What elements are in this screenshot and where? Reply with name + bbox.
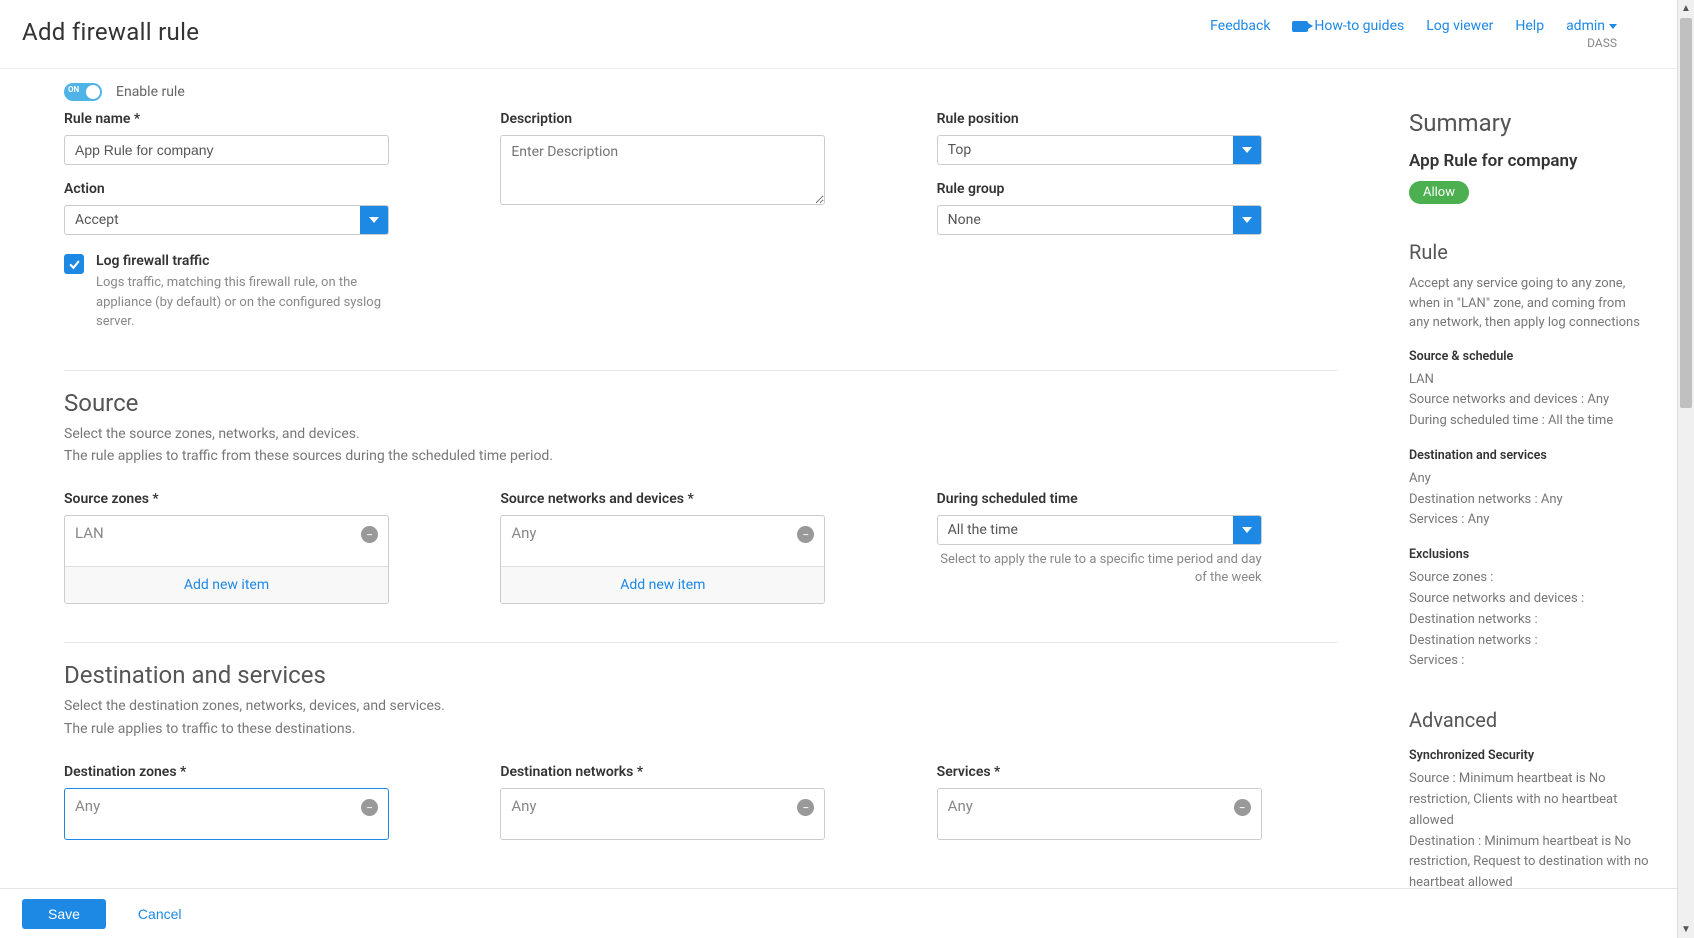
schedule-helper: Select to apply the rule to a specific t… [937, 551, 1262, 587]
log-traffic-checkbox[interactable] [64, 254, 84, 274]
summary-ds-head: Destination and services [1409, 448, 1649, 463]
summary-rule-name: App Rule for company [1409, 151, 1649, 171]
vertical-scrollbar[interactable]: ▲ ▼ [1677, 0, 1694, 938]
action-select[interactable]: Accept [64, 205, 389, 235]
rule-name-input[interactable] [64, 135, 389, 165]
chevron-down-icon [1609, 24, 1617, 29]
main-form: ON Enable rule Rule name * Action Accept [0, 69, 1397, 938]
header-links: Feedback How-to guides Log viewer Help a… [1210, 18, 1617, 50]
chevron-down-icon [369, 217, 379, 223]
divider [64, 642, 1337, 643]
summary-sync-head: Synchronized Security [1409, 748, 1649, 763]
admin-org: DASS [1587, 36, 1617, 50]
description-label: Description [500, 111, 900, 127]
services-label: Services * [937, 764, 1337, 780]
log-traffic-desc: Logs traffic, matching this firewall rul… [96, 273, 416, 332]
services-box[interactable]: Any − [937, 788, 1262, 840]
source-section-desc: Select the source zones, networks, and d… [64, 423, 1337, 468]
remove-icon[interactable]: − [361, 526, 378, 543]
divider [64, 370, 1337, 371]
summary-rule-heading: Rule [1409, 240, 1649, 264]
scrollbar-down-arrow[interactable]: ▼ [1678, 921, 1694, 938]
help-link[interactable]: Help [1515, 18, 1544, 34]
page-header: Add firewall rule Feedback How-to guides… [0, 0, 1677, 69]
summary-rule-desc: Accept any service going to any zone, wh… [1409, 274, 1649, 333]
logviewer-link[interactable]: Log viewer [1426, 18, 1493, 34]
rule-position-label: Rule position [937, 111, 1337, 127]
source-networks-label: Source networks and devices * [500, 491, 900, 507]
source-networks-box[interactable]: Any − Add new item [500, 515, 825, 604]
enable-rule-toggle[interactable]: ON [64, 83, 102, 101]
video-icon [1292, 21, 1308, 32]
remove-icon[interactable]: − [1234, 799, 1251, 816]
chevron-down-icon [1242, 147, 1252, 153]
summary-ss-head: Source & schedule [1409, 349, 1649, 364]
enable-rule-label: Enable rule [116, 84, 185, 100]
summary-advanced-heading: Advanced [1409, 708, 1649, 732]
chevron-down-icon [1242, 217, 1252, 223]
destination-network-item: Any [511, 797, 536, 815]
chevron-down-icon [1242, 527, 1252, 533]
scrollbar-thumb[interactable] [1680, 18, 1692, 408]
destination-networks-box[interactable]: Any − [500, 788, 825, 840]
remove-icon[interactable]: − [797, 526, 814, 543]
admin-menu[interactable]: admin [1566, 18, 1617, 34]
status-badge: Allow [1409, 181, 1469, 204]
destination-section-desc: Select the destination zones, networks, … [64, 695, 1337, 740]
summary-sidebar: Summary App Rule for company Allow Rule … [1397, 69, 1677, 938]
add-source-network[interactable]: Add new item [501, 566, 824, 603]
destination-zone-item: Any [75, 797, 100, 815]
destination-section-title: Destination and services [64, 661, 1337, 689]
source-zone-item: LAN [75, 524, 104, 542]
save-button[interactable]: Save [22, 899, 106, 929]
scrollbar-up-arrow[interactable]: ▲ [1678, 0, 1694, 17]
destination-zones-box[interactable]: Any − [64, 788, 389, 840]
howto-link[interactable]: How-to guides [1314, 18, 1404, 34]
rule-position-select[interactable]: Top [937, 135, 1262, 165]
footer-bar: Save Cancel [0, 888, 1677, 938]
source-network-item: Any [511, 524, 536, 542]
admin-name: admin [1566, 18, 1605, 34]
destination-networks-label: Destination networks * [500, 764, 900, 780]
log-traffic-label: Log firewall traffic [96, 253, 416, 269]
action-label: Action [64, 181, 464, 197]
source-zones-box[interactable]: LAN − Add new item [64, 515, 389, 604]
schedule-label: During scheduled time [937, 491, 1337, 507]
destination-zones-label: Destination zones * [64, 764, 464, 780]
cancel-button[interactable]: Cancel [138, 906, 182, 922]
source-section-title: Source [64, 389, 1337, 417]
page-title: Add firewall rule [22, 18, 199, 46]
summary-title: Summary [1409, 109, 1649, 137]
source-zones-label: Source zones * [64, 491, 464, 507]
remove-icon[interactable]: − [797, 799, 814, 816]
summary-ex-head: Exclusions [1409, 547, 1649, 562]
rule-name-label: Rule name * [64, 111, 464, 127]
remove-icon[interactable]: − [361, 799, 378, 816]
description-textarea[interactable] [500, 135, 825, 205]
rule-group-select[interactable]: None [937, 205, 1262, 235]
service-item: Any [948, 797, 973, 815]
schedule-select[interactable]: All the time [937, 515, 1262, 545]
feedback-link[interactable]: Feedback [1210, 18, 1270, 34]
rule-group-label: Rule group [937, 181, 1337, 197]
add-source-zone[interactable]: Add new item [65, 566, 388, 603]
